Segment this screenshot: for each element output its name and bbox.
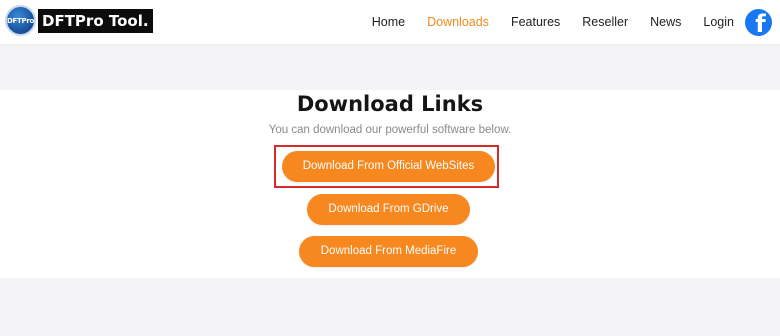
nav-downloads[interactable]: Downloads — [427, 15, 489, 29]
nav-home[interactable]: Home — [372, 15, 405, 29]
download-mediafire-button[interactable]: Download From MediaFire — [299, 236, 478, 267]
logo-text: DFTPro Tool. — [38, 8, 153, 33]
page-subtitle: You can download our powerful software b… — [268, 124, 512, 136]
nav-login[interactable]: Login — [703, 15, 734, 29]
download-gdrive-button[interactable]: Download From GDrive — [307, 194, 470, 225]
nav-features[interactable]: Features — [511, 15, 560, 29]
nav-reseller[interactable]: Reseller — [582, 15, 628, 29]
page-title: Download Links — [296, 92, 484, 116]
site-header: DFTPro DFTPro Tool. Home Downloads Featu… — [0, 0, 780, 44]
main-nav: Home Downloads Features Reseller News Lo… — [372, 0, 734, 44]
facebook-icon[interactable]: f — [745, 9, 772, 36]
nav-news[interactable]: News — [650, 15, 681, 29]
site-logo[interactable]: DFTPro DFTPro Tool. — [5, 5, 153, 36]
logo-badge-icon: DFTPro — [5, 5, 36, 36]
download-official-button[interactable]: Download From Official WebSites — [282, 151, 495, 182]
